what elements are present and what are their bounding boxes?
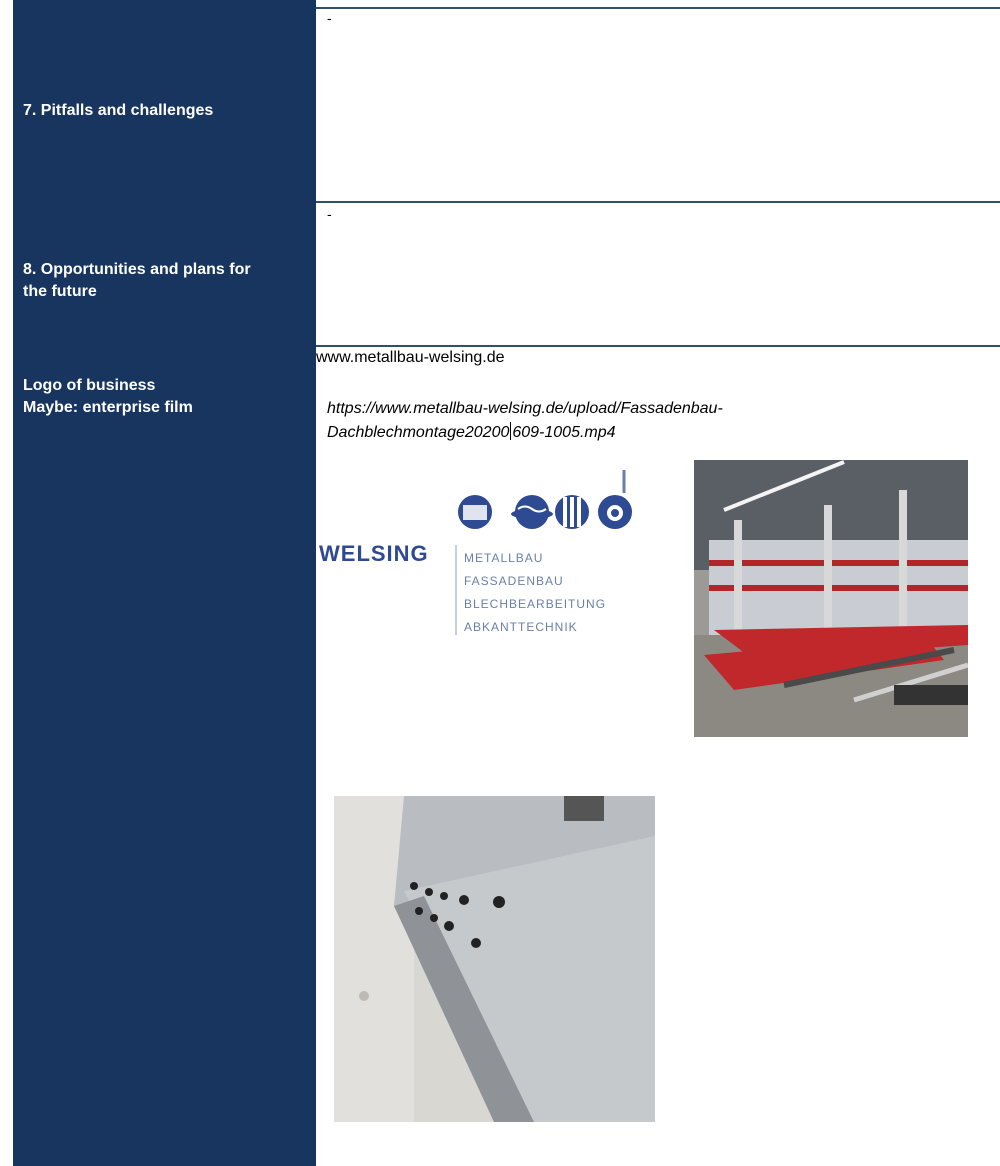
logo-brand: WELSING: [319, 541, 429, 566]
logo-service: METALLBAU: [464, 551, 543, 565]
logo-label: Logo of business Maybe: enterprise film: [23, 375, 193, 419]
film-link-line2b: 609-1005.mp4: [512, 424, 616, 441]
website-text: www.metallbau-welsing.de: [316, 349, 505, 366]
label-column: [13, 0, 316, 1166]
logo-label-line2: Maybe: enterprise film: [23, 399, 193, 416]
film-link-line1: https://www.metallbau-welsing.de/upload/…: [327, 400, 723, 417]
logo-service: ABKANTTECHNIK: [464, 620, 578, 634]
opportunities-label: 8. Opportunities and plans for the futur…: [23, 259, 251, 303]
row-divider: [316, 345, 1000, 347]
steel-beam-photo: [334, 796, 655, 1122]
film-link[interactable]: https://www.metallbau-welsing.de/upload/…: [327, 397, 723, 445]
logo-service: BLECHBEARBEITUNG: [464, 597, 606, 611]
welsing-logo-image: WELSING METALLBAU FASSADENBAU BLECHBEARB…: [319, 470, 632, 635]
opportunities-value: -: [327, 206, 332, 222]
row-divider: [316, 7, 1000, 9]
row-divider: [316, 201, 1000, 203]
pitfalls-label: 7. Pitfalls and challenges: [23, 102, 214, 119]
pitfalls-value: -: [327, 10, 332, 26]
film-link-line2a: Dachblechmontage20200: [327, 424, 510, 441]
warehouse-photo: [694, 460, 968, 737]
opportunities-label-line1: 8. Opportunities and plans for: [23, 261, 251, 278]
opportunities-label-line2: the future: [23, 283, 97, 300]
logo-service: FASSADENBAU: [464, 574, 564, 588]
logo-label-line1: Logo of business: [23, 377, 156, 394]
